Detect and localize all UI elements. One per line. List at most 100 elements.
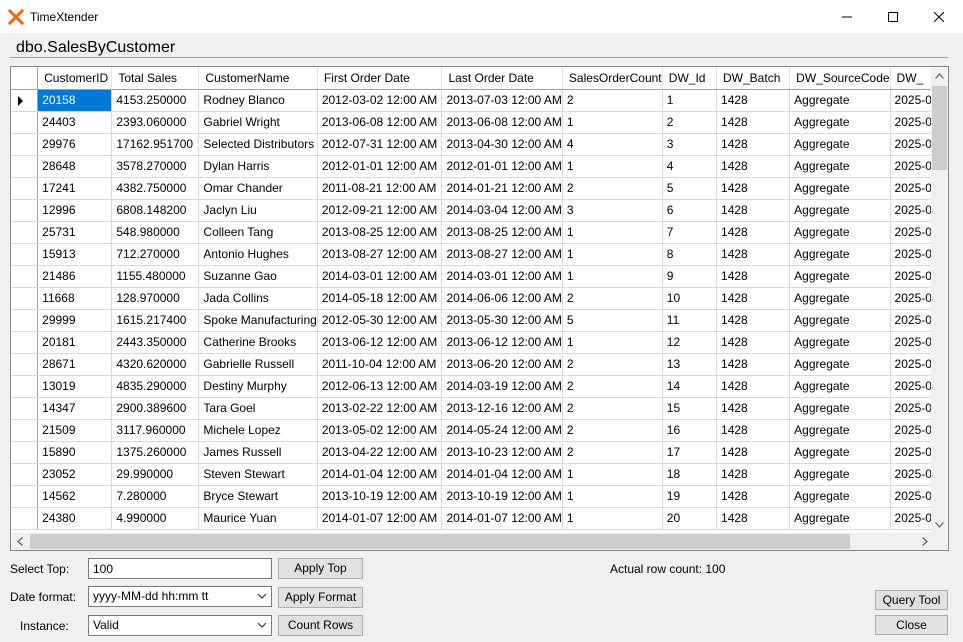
table-cell[interactable]: 2013-06-08 12:00 AM <box>317 111 443 134</box>
row-header[interactable] <box>11 265 39 288</box>
table-row[interactable]: 20158 4153.250000 Rodney Blanco 2012-03-02 … <box>11 89 933 112</box>
table-cell[interactable]: 28671 <box>37 353 113 376</box>
apply-top-button[interactable]: Apply Top <box>278 558 363 579</box>
table-row[interactable]: 14562 7.280000 Bryce Stewart 2013-10-19 12:… <box>11 485 933 508</box>
table-row[interactable]: 29976 17162.951700 Selected Distributors 20… <box>11 133 933 156</box>
table-cell[interactable]: 1375.260000 <box>111 441 200 464</box>
table-cell[interactable]: Aggregate <box>789 199 891 222</box>
table-row[interactable]: 21486 1155.480000 Suzanne Gao 2014-03-01 12… <box>11 265 933 288</box>
table-cell[interactable]: Michele Lopez <box>198 419 318 442</box>
table-cell[interactable]: 2025-0 <box>890 155 933 178</box>
table-cell[interactable]: 2025-0 <box>890 221 933 244</box>
table-cell[interactable]: 20181 <box>37 331 113 354</box>
table-cell[interactable]: 2013-06-08 12:00 AM <box>441 111 563 134</box>
table-cell[interactable]: 2025-0 <box>890 485 933 508</box>
table-cell[interactable]: 13 <box>662 353 718 376</box>
table-cell[interactable]: 4320.620000 <box>111 353 200 376</box>
table-cell[interactable]: 2013-12-16 12:00 AM <box>441 397 563 420</box>
table-cell[interactable]: 2011-08-21 12:00 AM <box>317 177 443 200</box>
table-cell[interactable]: 14562 <box>37 485 113 508</box>
close-button[interactable]: Close <box>875 615 948 635</box>
table-cell[interactable]: 1428 <box>716 507 791 530</box>
table-cell[interactable]: 2013-10-19 12:00 AM <box>317 485 443 508</box>
table-row[interactable]: 13019 4835.290000 Destiny Murphy 2012-06-13… <box>11 375 933 398</box>
table-cell[interactable]: 2 <box>562 375 663 398</box>
table-cell[interactable]: 2012-01-01 12:00 AM <box>441 155 563 178</box>
table-cell[interactable]: Antonio Hughes <box>198 243 318 266</box>
table-row[interactable]: 15913 712.270000 Antonio Hughes 2013-08-27 … <box>11 243 933 266</box>
table-cell[interactable]: Destiny Murphy <box>198 375 318 398</box>
table-cell[interactable]: 2014-03-01 12:00 AM <box>441 265 563 288</box>
table-cell[interactable]: 2025-0 <box>890 441 933 464</box>
table-cell[interactable]: 17 <box>662 441 718 464</box>
table-cell[interactable]: 14347 <box>37 397 113 420</box>
table-cell[interactable]: Aggregate <box>789 375 891 398</box>
table-cell[interactable]: 2013-06-12 12:00 AM <box>441 331 563 354</box>
row-header[interactable] <box>11 353 39 376</box>
table-cell[interactable]: 2014-01-04 12:00 AM <box>441 463 563 486</box>
table-row[interactable]: 28671 4320.620000 Gabrielle Russell 2011-10… <box>11 353 933 376</box>
column-header[interactable]: DW_Batch <box>716 67 791 90</box>
table-cell[interactable]: 2 <box>562 287 663 310</box>
table-cell[interactable]: Aggregate <box>789 89 891 112</box>
table-cell[interactable]: 2014-05-24 12:00 AM <box>441 419 563 442</box>
table-cell[interactable]: 1 <box>562 507 663 530</box>
select-top-input[interactable] <box>88 558 272 579</box>
table-cell[interactable]: 2013-10-23 12:00 AM <box>441 441 563 464</box>
table-cell[interactable]: 2012-05-30 12:00 AM <box>317 309 443 332</box>
column-header[interactable]: DW_Id <box>662 67 718 90</box>
table-cell[interactable]: Aggregate <box>789 243 891 266</box>
table-cell[interactable]: 11668 <box>37 287 113 310</box>
table-cell[interactable]: 2 <box>562 89 663 112</box>
row-header[interactable] <box>11 177 39 200</box>
table-cell[interactable]: Aggregate <box>789 309 891 332</box>
table-cell[interactable]: 2012-01-01 12:00 AM <box>317 155 443 178</box>
table-cell[interactable]: 19 <box>662 485 718 508</box>
table-cell[interactable]: 2013-08-25 12:00 AM <box>317 221 443 244</box>
table-cell[interactable]: 1 <box>562 221 663 244</box>
table-cell[interactable]: 24403 <box>37 111 113 134</box>
table-cell[interactable]: 1428 <box>716 397 791 420</box>
table-cell[interactable]: 1155.480000 <box>111 265 200 288</box>
row-header[interactable] <box>11 485 39 508</box>
row-header[interactable] <box>11 463 39 486</box>
date-format-select[interactable]: yyyy-MM-dd hh:mm tt <box>88 586 272 607</box>
table-cell[interactable]: 4 <box>562 133 663 156</box>
table-cell[interactable]: 2014-01-07 12:00 AM <box>317 507 443 530</box>
table-cell[interactable]: 2025-0 <box>890 243 933 266</box>
table-cell[interactable]: 2 <box>562 353 663 376</box>
table-row[interactable]: 21509 3117.960000 Michele Lopez 2013-05-02 … <box>11 419 933 442</box>
table-cell[interactable]: 2025-0 <box>890 199 933 222</box>
table-cell[interactable]: 20158 <box>37 89 113 112</box>
row-header[interactable] <box>11 507 39 530</box>
table-cell[interactable]: Omar Chander <box>198 177 318 200</box>
table-cell[interactable]: 23052 <box>37 463 113 486</box>
scroll-left-button[interactable] <box>11 533 28 550</box>
table-cell[interactable]: Rodney Blanco <box>198 89 318 112</box>
column-header[interactable]: DW_ <box>890 67 933 90</box>
table-cell[interactable]: 2011-10-04 12:00 AM <box>317 353 443 376</box>
scroll-down-button[interactable] <box>931 516 948 533</box>
table-cell[interactable]: 1428 <box>716 221 791 244</box>
maximize-button[interactable] <box>870 0 916 33</box>
table-cell[interactable]: Aggregate <box>789 419 891 442</box>
table-cell[interactable]: Aggregate <box>789 507 891 530</box>
table-cell[interactable]: 6 <box>662 199 718 222</box>
table-cell[interactable]: Aggregate <box>789 485 891 508</box>
table-cell[interactable]: 1 <box>562 243 663 266</box>
horizontal-scroll-thumb[interactable] <box>30 534 850 549</box>
table-cell[interactable]: 2025-0 <box>890 177 933 200</box>
scroll-up-button[interactable] <box>931 67 948 84</box>
table-row[interactable]: 28648 3578.270000 Dylan Harris 2012-01-01 1… <box>11 155 933 178</box>
table-cell[interactable]: Selected Distributors <box>198 133 318 156</box>
table-row[interactable]: 14347 2900.389600 Tara Goel 2013-02-22 12:0… <box>11 397 933 420</box>
table-cell[interactable]: 2025-0 <box>890 111 933 134</box>
column-header[interactable]: Last Order Date <box>441 67 563 90</box>
table-cell[interactable]: 2012-06-13 12:00 AM <box>317 375 443 398</box>
table-row[interactable]: 15890 1375.260000 James Russell 2013-04-22 … <box>11 441 933 464</box>
table-row[interactable]: 17241 4382.750000 Omar Chander 2011-08-21 1… <box>11 177 933 200</box>
table-cell[interactable]: 16 <box>662 419 718 442</box>
table-cell[interactable]: 6808.148200 <box>111 199 200 222</box>
table-cell[interactable]: 2014-01-07 12:00 AM <box>441 507 563 530</box>
table-cell[interactable]: Jada Collins <box>198 287 318 310</box>
